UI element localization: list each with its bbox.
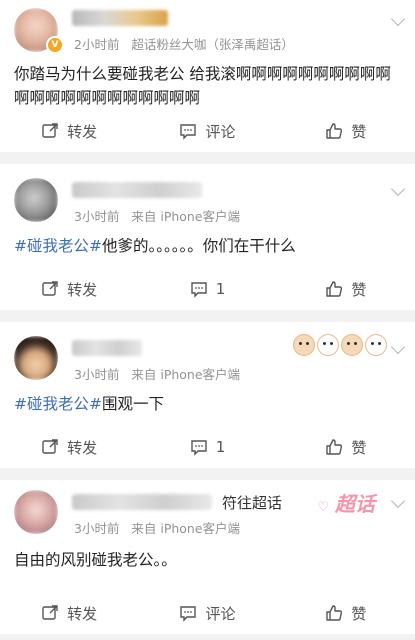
post-card: V 2小时前 超话粉丝大咖（张泽禹超话） 你踏马为什么要碰我老公 给我滚啊啊啊啊… — [0, 0, 415, 152]
decorative-stickers — [293, 334, 387, 356]
post-text: 你踏马为什么要碰我老公 给我滚啊啊啊啊啊啊啊啊啊啊啊啊啊啊啊啊啊啊啊啊啊啊 — [14, 65, 391, 107]
post-source[interactable]: 来自 iPhone客户端 — [131, 209, 240, 224]
post-time: 3小时前 — [74, 209, 120, 224]
repost-icon — [42, 439, 58, 454]
post-source[interactable]: 来自 iPhone客户端 — [131, 367, 240, 382]
cartoon-face-icon — [365, 334, 387, 356]
repost-label: 转发 — [67, 122, 98, 141]
topic-tag-link[interactable]: #碰我老公# — [14, 237, 102, 255]
action-bar: 转发 1 赞 — [0, 268, 415, 310]
username-blurred[interactable] — [72, 340, 142, 356]
like-button[interactable]: 赞 — [277, 279, 415, 300]
thumbs-up-icon — [326, 605, 343, 621]
post-text: 自由的风别碰我老公。。 — [14, 551, 177, 569]
comment-icon — [191, 440, 207, 456]
comment-button[interactable]: 1 — [138, 280, 276, 298]
comment-button[interactable]: 评论 — [138, 603, 276, 624]
repost-label: 转发 — [67, 438, 98, 457]
repost-label: 转发 — [67, 604, 98, 623]
post-time: 3小时前 — [74, 367, 120, 382]
comment-label: 评论 — [205, 604, 236, 623]
comment-button[interactable]: 评论 — [138, 121, 276, 142]
divider — [0, 310, 415, 322]
avatar[interactable] — [14, 336, 58, 380]
topic-tag-link[interactable]: #碰我老公# — [14, 395, 102, 413]
like-label: 赞 — [351, 438, 367, 457]
repost-icon — [42, 281, 58, 296]
cartoon-face-icon — [293, 334, 315, 356]
username-blurred[interactable] — [72, 182, 202, 198]
repost-button[interactable]: 转发 — [0, 437, 138, 458]
thumbs-up-icon — [326, 439, 343, 455]
post-source[interactable]: 超话粉丝大咖（张泽禹超话） — [131, 37, 294, 52]
repost-icon — [42, 123, 58, 138]
username-blurred[interactable] — [72, 494, 212, 510]
chevron-down-icon[interactable] — [390, 11, 406, 27]
super-topic-watermark: ♡ 超话 — [317, 488, 375, 517]
watermark-text: 超话 — [335, 492, 375, 516]
heart-icon: ♡ — [317, 500, 329, 515]
post-header: 3小时前 来自 iPhone客户端 — [0, 322, 415, 388]
comment-button[interactable]: 1 — [138, 438, 276, 456]
post-text: 围观一下 — [101, 395, 164, 413]
like-label: 赞 — [351, 604, 367, 623]
comment-label: 评论 — [205, 122, 236, 141]
chevron-down-icon[interactable] — [390, 181, 406, 197]
like-button[interactable]: 赞 — [277, 603, 415, 624]
post-header: V 2小时前 超话粉丝大咖（张泽禹超话） — [0, 0, 415, 56]
username-suffix[interactable]: 符往超话 — [222, 492, 282, 513]
post-text-container: #碰我老公#他爹的。。。。。。你们在干什么 — [0, 234, 415, 258]
post-card: 3小时前 来自 iPhone客户端 #碰我老公#他爹的。。。。。。你们在干什么 … — [0, 164, 415, 310]
action-bar: 转发 评论 赞 — [0, 110, 415, 152]
post-meta: 3小时前 来自 iPhone客户端 — [74, 364, 240, 383]
comment-count: 1 — [215, 438, 226, 456]
post-card: 3小时前 来自 iPhone客户端 #碰我老公#围观一下 转发 1 赞 — [0, 322, 415, 468]
like-label: 赞 — [351, 122, 367, 141]
post-card: 符往超话 ♡ 超话 3小时前 来自 iPhone客户端 自由的风别碰我老公。。 转… — [0, 480, 415, 634]
comment-icon — [180, 606, 197, 622]
comment-count: 1 — [215, 280, 226, 298]
action-bar: 转发 评论 赞 — [0, 592, 415, 634]
post-header: 符往超话 ♡ 超话 3小时前 来自 iPhone客户端 — [0, 480, 415, 540]
post-source[interactable]: 来自 iPhone客户端 — [131, 521, 240, 536]
post-time: 2小时前 — [74, 37, 120, 52]
vip-badge-icon: V — [46, 36, 64, 54]
like-button[interactable]: 赞 — [277, 437, 415, 458]
post-text: 他爹的。。。。。。你们在干什么 — [101, 237, 296, 255]
divider — [0, 468, 415, 480]
thumbs-up-icon — [326, 123, 343, 139]
divider — [0, 152, 415, 164]
avatar[interactable] — [14, 490, 58, 534]
repost-button[interactable]: 转发 — [0, 603, 138, 624]
chevron-down-icon[interactable] — [390, 493, 406, 509]
post-text-container: #碰我老公#围观一下 — [0, 392, 415, 416]
comment-icon — [180, 124, 197, 140]
cartoon-face-icon — [317, 334, 339, 356]
like-button[interactable]: 赞 — [277, 121, 415, 142]
cartoon-face-icon — [341, 334, 363, 356]
chevron-down-icon[interactable] — [390, 339, 406, 355]
thumbs-up-icon — [326, 281, 343, 297]
avatar[interactable] — [14, 178, 58, 222]
username-blurred[interactable] — [72, 10, 168, 26]
action-bar: 转发 1 赞 — [0, 426, 415, 468]
comment-icon — [191, 282, 207, 298]
post-meta: 2小时前 超话粉丝大咖（张泽禹超话） — [74, 34, 294, 53]
repost-button[interactable]: 转发 — [0, 279, 138, 300]
post-meta: 3小时前 来自 iPhone客户端 — [74, 518, 240, 537]
repost-icon — [42, 605, 58, 620]
repost-label: 转发 — [67, 280, 98, 299]
post-meta: 3小时前 来自 iPhone客户端 — [74, 206, 240, 225]
post-header: 3小时前 来自 iPhone客户端 — [0, 164, 415, 230]
repost-button[interactable]: 转发 — [0, 121, 138, 142]
post-time: 3小时前 — [74, 521, 120, 536]
like-label: 赞 — [351, 280, 367, 299]
